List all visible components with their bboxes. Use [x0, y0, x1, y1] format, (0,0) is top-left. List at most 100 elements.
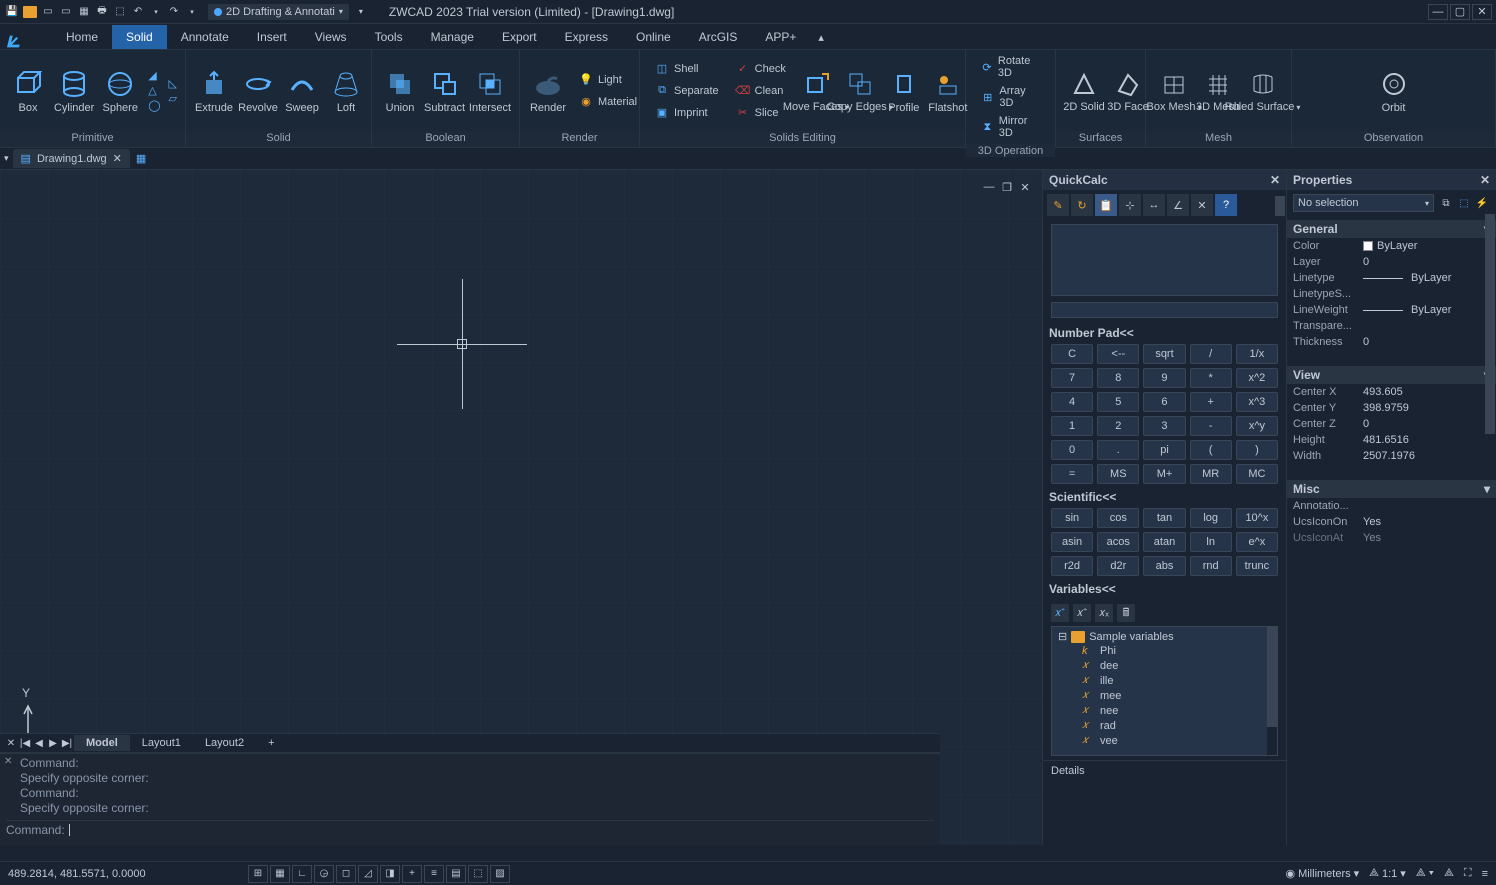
quickcalc-display[interactable]	[1051, 224, 1278, 296]
layout-tab-layout2[interactable]: Layout2	[193, 735, 256, 751]
tab-export[interactable]: Export	[488, 25, 551, 49]
cylinder-button[interactable]: Cylinder	[52, 66, 96, 116]
prop-row-ucsiconat[interactable]: UcsIconAtYes	[1287, 530, 1496, 546]
sci-key-sin[interactable]: sin	[1051, 508, 1093, 528]
qat-new-icon[interactable]: ▭	[40, 4, 56, 20]
qc-clear-icon[interactable]: ✎	[1047, 194, 1069, 216]
qc-paste-icon[interactable]: 📋	[1095, 194, 1117, 216]
quickcalc-scrollbar[interactable]	[1275, 196, 1285, 843]
flatshot-button[interactable]: Flatshot	[928, 66, 968, 116]
sci-key-rnd[interactable]: rnd	[1190, 556, 1232, 576]
prop-row-centery[interactable]: Center Y398.9759	[1287, 400, 1496, 416]
prop-row-transparency[interactable]: Transpare...	[1287, 318, 1496, 334]
tab-solid[interactable]: Solid	[112, 25, 167, 49]
properties-header[interactable]: Properties ✕	[1287, 170, 1496, 190]
quickcalc-close-icon[interactable]: ✕	[1270, 173, 1280, 187]
sb-otrack-icon[interactable]: ◿	[358, 865, 378, 883]
section-view[interactable]: View▾	[1287, 366, 1496, 384]
properties-scrollbar[interactable]	[1485, 214, 1495, 843]
prop-row-layer[interactable]: Layer0	[1287, 254, 1496, 270]
sci-key-acos[interactable]: acos	[1097, 532, 1139, 552]
variable-item-dee[interactable]: 𝑥dee	[1054, 658, 1275, 673]
boxmesh-button[interactable]: Box Mesh	[1154, 66, 1194, 115]
minimize-button[interactable]: —	[1428, 4, 1448, 20]
prop-toggle-icon[interactable]: ⧉	[1438, 195, 1454, 211]
qat-open-icon[interactable]	[22, 4, 38, 20]
numpad-title[interactable]: Number Pad<<	[1043, 320, 1286, 344]
sb-osnap-icon[interactable]: ◻	[336, 865, 356, 883]
var-root[interactable]: ⊟ Sample variables	[1054, 629, 1275, 644]
sb-customize-icon[interactable]: ≡	[1482, 868, 1488, 880]
numpad-key-9[interactable]: 9	[1143, 368, 1185, 388]
vp-minimize-icon[interactable]: —	[982, 180, 996, 194]
sb-snap-icon[interactable]: ▦	[270, 865, 290, 883]
scientific-title[interactable]: Scientific<<	[1043, 484, 1286, 508]
numpad-key-xy[interactable]: x^y	[1236, 416, 1278, 436]
tab-insert[interactable]: Insert	[243, 25, 301, 49]
drawing-canvas[interactable]: — ❐ ✕ Y X ✕ |◀ ◀ ▶ ▶| Model Layout1 Layo…	[0, 170, 1042, 845]
variable-item-phi[interactable]: kPhi	[1054, 644, 1275, 658]
prop-row-lweight[interactable]: LineWeightByLayer	[1287, 302, 1496, 318]
prop-row-centerz[interactable]: Center Z0	[1287, 416, 1496, 432]
sb-polar-icon[interactable]: ◶	[314, 865, 334, 883]
close-button[interactable]: ✕	[1472, 4, 1492, 20]
sci-key-trunc[interactable]: trunc	[1236, 556, 1278, 576]
qat-save-icon[interactable]: 💾	[4, 4, 20, 20]
qc-getcoord-icon[interactable]: ⊹	[1119, 194, 1141, 216]
vp-close-icon[interactable]: ✕	[1018, 180, 1032, 194]
union-button[interactable]: Union	[380, 66, 420, 116]
numpad-key-2[interactable]: 2	[1097, 416, 1139, 436]
coordinates-readout[interactable]: 489.2814, 481.5571, 0.0000	[8, 868, 188, 880]
section-misc[interactable]: Misc▾	[1287, 480, 1496, 498]
loft-button[interactable]: Loft	[326, 66, 366, 116]
prop-row-centerx[interactable]: Center X493.605	[1287, 384, 1496, 400]
sci-key-10x[interactable]: 10^x	[1236, 508, 1278, 528]
variable-item-vee[interactable]: 𝑥vee	[1054, 733, 1275, 748]
sphere-button[interactable]: Sphere	[100, 66, 140, 116]
check-button[interactable]: ✓Check	[733, 60, 788, 78]
doctab-close-icon[interactable]: ✕	[113, 152, 122, 165]
numpad-key-[interactable]: )	[1236, 440, 1278, 460]
quickcalc-details[interactable]: Details	[1043, 760, 1286, 781]
sb-hatch-icon[interactable]: ▨	[490, 865, 510, 883]
sb-lwt-icon[interactable]: +	[402, 865, 422, 883]
prop-row-ltscale[interactable]: LinetypeS...	[1287, 286, 1496, 302]
torus-icon[interactable]: ◯	[148, 99, 160, 112]
sb-dyn-icon[interactable]: ◨	[380, 865, 400, 883]
array3d-button[interactable]: ⊞Array 3D	[978, 84, 1043, 110]
quickcalc-header[interactable]: QuickCalc ✕	[1043, 170, 1286, 190]
prop-row-ucsiconon[interactable]: UcsIconOnYes	[1287, 514, 1496, 530]
slice-button[interactable]: ✂Slice	[733, 104, 788, 122]
doctab-new-icon[interactable]: ▦	[136, 152, 146, 165]
selection-dropdown[interactable]: No selection ▾	[1293, 194, 1434, 212]
numpad-key-MS[interactable]: MS	[1097, 464, 1139, 484]
copyedges-button[interactable]: Copy Edges	[840, 66, 880, 115]
numpad-key-[interactable]: =	[1051, 464, 1093, 484]
quickcalc-result[interactable]	[1051, 302, 1278, 318]
tab-home[interactable]: Home	[52, 25, 112, 49]
sci-key-cos[interactable]: cos	[1097, 508, 1139, 528]
variables-tree[interactable]: ⊟ Sample variables kPhi𝑥dee𝑥ille𝑥mee𝑥nee…	[1051, 626, 1278, 756]
prop-row-annoscale[interactable]: Annotatio...	[1287, 498, 1496, 514]
qc-history-icon[interactable]: ↻	[1071, 194, 1093, 216]
doctab-drawing1[interactable]: ▤ Drawing1.dwg ✕	[13, 149, 130, 168]
render-button[interactable]: Render	[528, 66, 568, 116]
numpad-key-1[interactable]: 1	[1051, 416, 1093, 436]
sci-key-ln[interactable]: ln	[1190, 532, 1232, 552]
numpad-key-1x[interactable]: 1/x	[1236, 344, 1278, 364]
qat-publish-icon[interactable]: ⬚	[112, 4, 128, 20]
qat-undo-dd-icon[interactable]: ▾	[148, 4, 164, 20]
numpad-key-8[interactable]: 8	[1097, 368, 1139, 388]
var-delete-icon[interactable]: 𝑥ₓ	[1095, 604, 1113, 622]
material-button[interactable]: ◉Material	[576, 93, 639, 111]
sb-cycle-icon[interactable]: ▤	[446, 865, 466, 883]
tree-collapse-icon[interactable]: ⊟	[1058, 630, 1067, 643]
sb-units[interactable]: ◉Millimeters ▾	[1285, 867, 1359, 880]
tab-manage[interactable]: Manage	[417, 25, 488, 49]
light-button[interactable]: 💡Light	[576, 71, 639, 89]
qc-angle-icon[interactable]: ∠	[1167, 194, 1189, 216]
sb-ortho-icon[interactable]: ∟	[292, 865, 312, 883]
sb-annovis-icon[interactable]: ⟁	[1444, 867, 1454, 880]
prop-row-height[interactable]: Height481.6516	[1287, 432, 1496, 448]
qat-saveas-icon[interactable]: ▭	[58, 4, 74, 20]
